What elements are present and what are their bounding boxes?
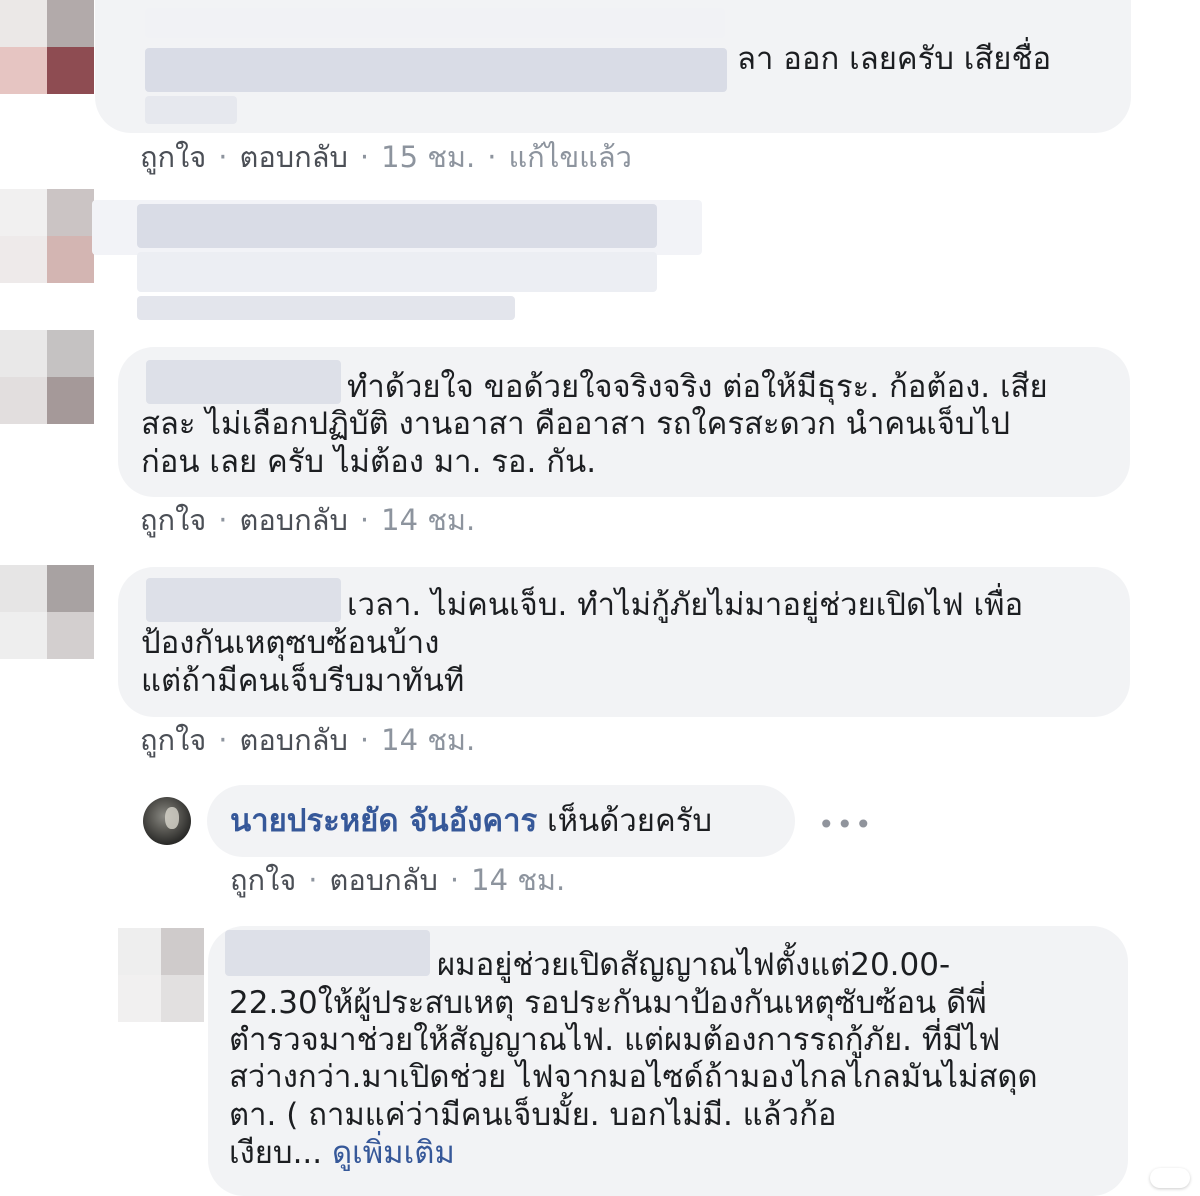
blurred-text [137, 252, 657, 292]
comment-text-line: ตา. ( ถามแค่ว่ามีคนเจ็บมั้ย. บอกไม่มี. แ… [229, 1097, 837, 1133]
blurred-name [145, 8, 725, 38]
comment-text-line: 22.30ให้ผู้ประสบเหตุ รอประกันมาป้องกันเห… [229, 985, 987, 1021]
blurred-name [145, 48, 727, 92]
timestamp[interactable]: 14 ชม. [381, 503, 475, 537]
comment-text-line: เงียบ... ดูเพิ่มเติม [229, 1134, 455, 1173]
blurred-text [137, 296, 515, 320]
comment-text-line: ทำด้วยใจ ขอด้วยใจจริงจริง ต่อให้มีธุระ. … [347, 369, 1048, 405]
reply-link[interactable]: ตอบกลับ [240, 503, 348, 537]
blurred-text [145, 96, 237, 124]
commenter-name[interactable] [146, 360, 341, 404]
comment-text: ลา ออก เลยครับ เสียชื่อ [737, 41, 1052, 77]
like-link[interactable]: ถูกใจ [140, 503, 206, 537]
edited-label[interactable]: แก้ไขแล้ว [508, 140, 631, 174]
comment-actions: ถูกใจ · ตอบกลับ · 15 ชม. · แก้ไขแล้ว [140, 140, 632, 174]
reply-actions: ถูกใจ · ตอบกลับ · 14 ชม. [230, 863, 566, 897]
like-link[interactable]: ถูกใจ [140, 140, 206, 174]
avatar[interactable] [0, 565, 94, 659]
comment-text-line: สละ ไม่เลือกปฏิบัติ งานอาสา คืออาสา รถใค… [141, 406, 1010, 442]
see-more-link[interactable]: ดูเพิ่มเติม [332, 1135, 455, 1171]
comment-text-line: แต่ถ้ามีคนเจ็บรีบมาทันที [141, 663, 465, 699]
reply-text: เห็นด้วยครับ [547, 803, 713, 839]
reply-link[interactable]: ตอบกลับ [240, 140, 348, 174]
reply-link[interactable]: ตอบกลับ [240, 723, 348, 757]
commenter-name[interactable] [225, 930, 430, 976]
blurred-name [137, 204, 657, 248]
avatar[interactable] [118, 928, 204, 1022]
timestamp[interactable]: 15 ชม. [381, 140, 475, 174]
comment-text-line: ผมอยู่ช่วยเปิดสัญญาณไฟตั้งแต่20.00- [437, 947, 951, 983]
reply-avatar[interactable] [143, 797, 191, 845]
avatar-highlight [165, 807, 179, 829]
reply-content: นายประหยัด จันอังคาร เห็นด้วยครับ [230, 802, 712, 841]
like-link[interactable]: ถูกใจ [230, 863, 296, 897]
comment-text-line: สว่างกว่า.มาเปิดช่วย ไฟจากมอไซด์ถ้ามองไก… [229, 1059, 1038, 1095]
reply-author[interactable]: นายประหยัด จันอังคาร [230, 803, 537, 839]
truncated-text: เงียบ... [229, 1135, 332, 1171]
reply-link[interactable]: ตอบกลับ [330, 863, 438, 897]
like-link[interactable]: ถูกใจ [140, 723, 206, 757]
timestamp[interactable]: 14 ชม. [381, 723, 475, 757]
reaction-badge[interactable] [1150, 1168, 1190, 1188]
avatar[interactable] [0, 0, 94, 94]
timestamp[interactable]: 14 ชม. [471, 863, 565, 897]
comment-text-line: เวลา. ไม่คนเจ็บ. ทำไม่กู้ภัยไม่มาอยู่ช่ว… [347, 587, 1024, 623]
comment-text-line: ตำรวจมาช่วยให้สัญญาณไฟ. แต่ผมต้องการรถกู… [229, 1022, 1001, 1058]
comment-actions: ถูกใจ · ตอบกลับ · 14 ชม. [140, 723, 476, 757]
comment-text-line: ป้องกันเหตุซบซ้อนบ้าง [141, 625, 440, 661]
commenter-name[interactable] [146, 578, 341, 622]
avatar[interactable] [0, 189, 94, 283]
comment-actions: ถูกใจ · ตอบกลับ · 14 ชม. [140, 503, 476, 537]
more-options-icon[interactable]: ••• [818, 808, 874, 841]
comment-text-line: ก่อน เลย ครับ ไม่ต้อง มา. รอ. กัน. [141, 444, 597, 480]
avatar[interactable] [0, 330, 94, 424]
